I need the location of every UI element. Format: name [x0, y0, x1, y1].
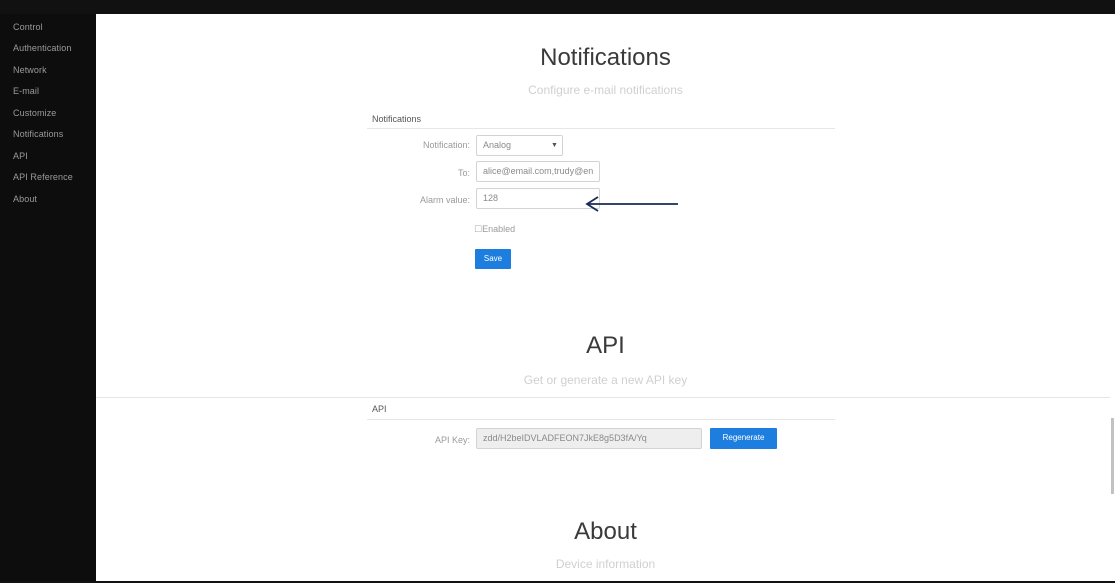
sidebar-item-api-reference[interactable]: API Reference	[13, 172, 73, 182]
notification-select[interactable]: Analog	[476, 135, 563, 156]
notification-select-value: Analog	[483, 140, 512, 150]
about-subtitle: Device information	[555, 557, 656, 571]
main-content: Notifications Configure e-mail notificat…	[96, 14, 1115, 581]
notifications-title: Notifications	[540, 44, 671, 71]
save-button[interactable]: Save	[475, 249, 511, 269]
sidebar-item-email[interactable]: E-mail	[13, 86, 39, 96]
alarm-value-input[interactable]: 128	[476, 188, 600, 209]
scrollbar-thumb[interactable]	[1111, 418, 1114, 494]
sidebar-item-customize[interactable]: Customize	[13, 108, 56, 118]
sidebar-item-authentication[interactable]: Authentication	[13, 43, 71, 53]
app-window: Control Authentication Network E-mail Cu…	[0, 0, 1115, 583]
sidebar-item-control[interactable]: Control	[13, 22, 43, 32]
sidebar-item-network[interactable]: Network	[13, 65, 47, 75]
enabled-label: Enabled	[482, 224, 516, 234]
notifications-divider	[367, 128, 835, 129]
api-subtitle: Get or generate a new API key	[523, 373, 688, 387]
to-email-value: alice@email.com,trudy@en	[483, 166, 594, 176]
alarm-value-label: Alarm value:	[419, 195, 470, 205]
sidebar-item-api[interactable]: API	[13, 151, 28, 161]
api-top-divider	[96, 397, 1110, 398]
api-panel-heading: API	[372, 404, 387, 414]
to-email-input[interactable]: alice@email.com,trudy@en	[476, 161, 600, 182]
notifications-panel-heading: Notifications	[372, 114, 422, 124]
api-key-field[interactable]: zdd/H2beIDVLADFEON7JkE8g5D3fA/Yq	[476, 428, 702, 449]
api-key-value: zdd/H2beIDVLADFEON7JkE8g5D3fA/Yq	[483, 433, 647, 443]
window-top-border	[0, 0, 1115, 14]
annotation-arrow-icon	[585, 196, 678, 212]
to-label: To:	[457, 168, 470, 178]
about-title: About	[574, 518, 637, 545]
sidebar: Control Authentication Network E-mail Cu…	[0, 14, 96, 581]
api-key-label: API Key:	[434, 435, 470, 445]
api-divider	[367, 419, 835, 420]
enabled-checkbox-row[interactable]: ☐Enabled	[474, 224, 515, 235]
scrollbar-track[interactable]	[1110, 14, 1115, 581]
sidebar-item-about[interactable]: About	[13, 194, 37, 204]
notifications-subtitle: Configure e-mail notifications	[528, 83, 683, 97]
alarm-value-text: 128	[483, 193, 499, 203]
chevron-down-icon: ▼	[551, 142, 558, 149]
sidebar-item-notifications[interactable]: Notifications	[13, 129, 63, 139]
regenerate-button[interactable]: Regenerate	[710, 428, 777, 449]
notification-label: Notification:	[422, 140, 470, 150]
api-title: API	[586, 332, 625, 359]
checkbox-icon[interactable]: ☐	[474, 224, 482, 234]
